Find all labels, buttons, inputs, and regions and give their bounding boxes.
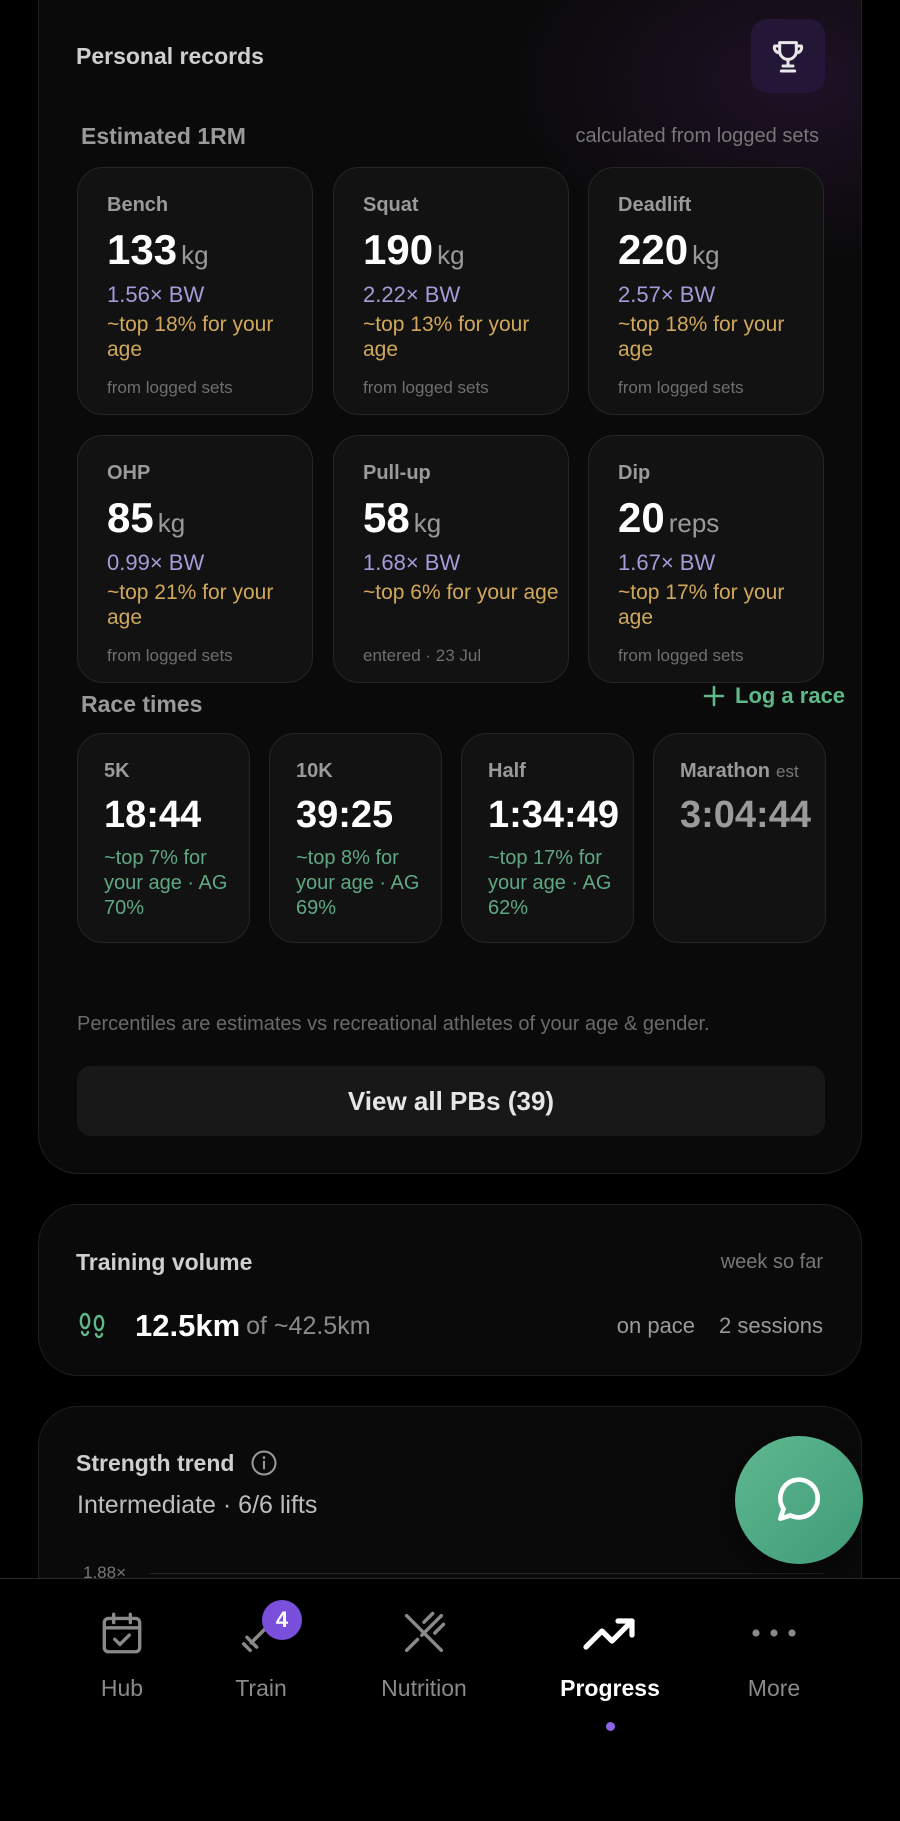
pace-status: on pace (616, 1313, 696, 1338)
tab-hub[interactable]: Hub (47, 1605, 197, 1755)
chat-bubble-icon (778, 1477, 821, 1521)
race-name: Half (488, 760, 526, 782)
tab-label: Progress (560, 1675, 660, 1701)
lift-percentile: ~top 21% for your age (107, 581, 274, 629)
tab-train[interactable]: Train (186, 1605, 336, 1755)
lift-percentile: ~top 18% for your age (618, 313, 785, 361)
lift-bodyweight-ratio: 0.99× BW (107, 550, 205, 575)
bottom-tab-bar: Hub Train Nutrition Progress More (0, 1578, 900, 1821)
estimated-1rm-note: calculated from logged sets (575, 125, 819, 147)
info-icon[interactable] (250, 1449, 278, 1477)
tab-label: Hub (100, 1675, 144, 1701)
more-dots-icon (752, 1629, 796, 1637)
estimate-tag: est (776, 762, 799, 781)
plus-icon (703, 685, 725, 707)
chat-button[interactable] (735, 1436, 863, 1564)
lift-value: 220 kg (618, 226, 720, 273)
lift-value: 58 kg (363, 494, 442, 541)
lift-source: from logged sets (618, 378, 744, 397)
log-race-button[interactable]: Log a race (703, 683, 845, 709)
lift-percentile: ~top 6% for your age (363, 581, 559, 604)
tab-label: More (747, 1675, 801, 1701)
tab-nutrition[interactable]: Nutrition (349, 1605, 499, 1755)
strength-trend-title: Strength trend (76, 1449, 235, 1476)
calendar-check-icon (102, 1612, 142, 1654)
tab-more[interactable]: More (699, 1605, 849, 1755)
estimated-1rm-label: Estimated 1RM (81, 123, 246, 149)
percentile-disclaimer: Percentiles are estimates vs recreationa… (77, 1013, 710, 1035)
lift-card-ohp[interactable]: OHP 85 kg 0.99× BW ~top 21% for your age … (77, 435, 313, 683)
lift-card-dip[interactable]: Dip 20 reps 1.67× BW ~top 17% for your ag… (588, 435, 824, 683)
lift-name: Pull-up (363, 462, 431, 484)
lift-card-pull-up[interactable]: Pull-up 58 kg 1.68× BW ~top 6% for your a… (333, 435, 569, 683)
fork-knife-icon (404, 1611, 446, 1653)
lift-value: 133 kg (107, 226, 209, 273)
lift-value: 190 kg (363, 226, 465, 273)
tab-label: Train (235, 1675, 287, 1701)
lift-source: entered · 23 Jul (363, 646, 482, 665)
lift-bodyweight-ratio: 1.67× BW (618, 550, 716, 575)
lift-source: from logged sets (363, 378, 489, 397)
race-time: 39:25 (296, 794, 394, 836)
lift-value: 85 kg (107, 494, 186, 541)
tab-label: Nutrition (381, 1675, 467, 1701)
session-count: 2 sessions (719, 1313, 823, 1338)
lift-source: from logged sets (107, 378, 233, 397)
trending-up-icon (583, 1618, 635, 1650)
race-percentile: ~top 7% for your age · AG 70% (104, 847, 228, 919)
view-all-pbs-button[interactable]: View all PBs (39) (77, 1066, 825, 1136)
training-volume-row: 12.5km of ~42.5km on pace 2 sessions (77, 1306, 823, 1346)
race-time: 18:44 (104, 794, 202, 836)
race-name: 5K (104, 760, 130, 782)
weekly-target: of ~42.5km (246, 1311, 371, 1340)
race-name: Marathon est (680, 760, 799, 782)
lift-source: from logged sets (107, 646, 233, 665)
lift-source: from logged sets (618, 646, 744, 665)
lift-bodyweight-ratio: 2.22× BW (363, 282, 461, 307)
race-card-half[interactable]: Half 1:34:49 ~top 17% for your age · AG … (461, 733, 634, 943)
footprints-icon (79, 1312, 105, 1339)
lift-bodyweight-ratio: 1.56× BW (107, 282, 205, 307)
training-volume-card[interactable]: Training volume week so far 12.5km of ~4… (38, 1204, 862, 1376)
lift-percentile: ~top 18% for your age (107, 313, 274, 361)
race-card-marathon[interactable]: Marathon est 3:04:44 (653, 733, 826, 943)
race-times-label: Race times (81, 691, 203, 717)
lift-bodyweight-ratio: 1.68× BW (363, 550, 461, 575)
trophy-icon (772, 41, 804, 73)
lift-card-squat[interactable]: Squat 190 kg 2.22× BW ~top 13% for your a… (333, 167, 569, 415)
log-race-label: Log a race (735, 683, 846, 708)
lift-card-deadlift[interactable]: Deadlift 220 kg 2.57× BW ~top 18% for you… (588, 167, 824, 415)
trophy-button[interactable] (751, 19, 825, 93)
training-volume-title: Training volume (76, 1249, 253, 1275)
strength-trend-subtitle: Intermediate · 6/6 lifts (77, 1491, 318, 1519)
race-time: 3:04:44 (680, 794, 811, 836)
race-percentile: ~top 8% for your age · AG 69% (296, 847, 420, 919)
lift-bodyweight-ratio: 2.57× BW (618, 282, 716, 307)
race-name: 10K (296, 760, 333, 782)
lift-name: Deadlift (618, 194, 692, 216)
lift-percentile: ~top 13% for your age (363, 313, 530, 361)
chart-gridline (149, 1573, 823, 1574)
personal-records-card: Personal records Estimated 1RM calculate… (38, 0, 862, 1174)
race-card-10k[interactable]: 10K 39:25 ~top 8% for your age · AG 69% (269, 733, 442, 943)
tab-progress[interactable]: Progress (535, 1605, 685, 1755)
lift-value: 20 reps (618, 494, 720, 541)
lift-name: Dip (618, 462, 651, 484)
lift-percentile: ~top 17% for your age (618, 581, 785, 629)
train-notification-badge: 4 (262, 1600, 302, 1640)
volume-stats: on pace 2 sessions (617, 1313, 823, 1339)
race-card-5k[interactable]: 5K 18:44 ~top 7% for your age · AG 70% (77, 733, 250, 943)
active-tab-indicator (606, 1722, 615, 1731)
race-percentile: ~top 17% for your age · AG 62% (488, 847, 612, 919)
race-time: 1:34:49 (488, 794, 619, 836)
lift-name: Bench (107, 194, 169, 216)
strength-trend-header: Strength trend (76, 1449, 278, 1477)
lift-card-bench[interactable]: Bench 133 kg 1.56× BW ~top 18% for your a… (77, 167, 313, 415)
personal-records-title: Personal records (76, 43, 264, 69)
weekly-distance: 12.5km (135, 1308, 241, 1343)
lift-name: OHP (107, 462, 151, 484)
lift-name: Squat (363, 194, 419, 216)
training-volume-period: week so far (720, 1251, 823, 1273)
